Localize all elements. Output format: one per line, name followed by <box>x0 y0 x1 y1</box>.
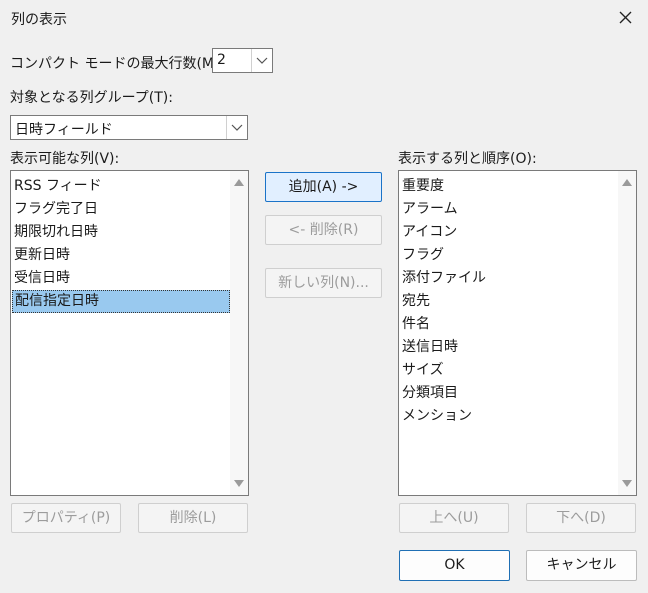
available-scrollbar[interactable] <box>230 171 248 495</box>
move-down-button[interactable]: 下へ(D) <box>526 503 636 533</box>
scroll-up-icon[interactable] <box>622 179 632 186</box>
chevron-down-icon <box>256 57 268 64</box>
available-columns-items: RSS フィード フラグ完了日 期限切れ日時 更新日時 受信日時 配信指定日時 <box>12 175 230 313</box>
compact-rows-dropdown[interactable] <box>251 49 272 72</box>
column-group-dropdown[interactable] <box>226 116 247 139</box>
scroll-down-icon[interactable] <box>234 480 244 487</box>
shown-columns-items: 重要度 アラーム アイコン フラグ 添付ファイル 宛先 件名 送信日時 サイズ 分類項目 メンション <box>400 175 618 428</box>
compact-rows-select[interactable]: 2 <box>212 48 273 73</box>
available-columns-list[interactable]: RSS フィード フラグ完了日 期限切れ日時 更新日時 受信日時 配信指定日時 <box>10 170 249 496</box>
list-item[interactable]: フラグ <box>400 244 618 267</box>
ok-button[interactable]: OK <box>399 550 510 581</box>
list-item[interactable]: メンション <box>400 405 618 428</box>
list-item[interactable]: 宛先 <box>400 290 618 313</box>
dialog-title: 列の表示 <box>11 12 67 28</box>
move-up-button[interactable]: 上へ(U) <box>399 503 509 533</box>
cancel-button[interactable]: キャンセル <box>526 550 637 581</box>
list-item[interactable]: 配信指定日時 <box>12 290 230 313</box>
column-group-value: 日時フィールド <box>15 122 113 138</box>
scroll-down-icon[interactable] <box>622 480 632 487</box>
list-item[interactable]: 受信日時 <box>12 267 230 290</box>
compact-rows-label: コンパクト モードの最大行数(M): <box>10 56 225 72</box>
list-item[interactable]: 件名 <box>400 313 618 336</box>
list-item[interactable]: アラーム <box>400 198 618 221</box>
new-column-button[interactable]: 新しい列(N)... <box>265 268 382 298</box>
compact-rows-value: 2 <box>217 52 226 68</box>
list-item[interactable]: 期限切れ日時 <box>12 221 230 244</box>
column-group-select[interactable]: 日時フィールド <box>10 115 248 140</box>
list-item[interactable]: 送信日時 <box>400 336 618 359</box>
shown-columns-list[interactable]: 重要度 アラーム アイコン フラグ 添付ファイル 宛先 件名 送信日時 サイズ 分類項目 メンション <box>398 170 637 496</box>
delete-button[interactable]: 削除(L) <box>138 503 248 533</box>
scroll-up-icon[interactable] <box>234 179 244 186</box>
remove-button[interactable]: <- 削除(R) <box>265 215 382 245</box>
available-columns-label: 表示可能な列(V): <box>10 151 120 167</box>
list-item[interactable]: アイコン <box>400 221 618 244</box>
list-item[interactable]: サイズ <box>400 359 618 382</box>
list-item[interactable]: 添付ファイル <box>400 267 618 290</box>
shown-columns-label: 表示する列と順序(O): <box>398 151 537 167</box>
chevron-down-icon <box>231 124 243 131</box>
list-item[interactable]: 更新日時 <box>12 244 230 267</box>
list-item[interactable]: 分類項目 <box>400 382 618 405</box>
add-button[interactable]: 追加(A) -> <box>265 172 382 202</box>
list-item[interactable]: フラグ完了日 <box>12 198 230 221</box>
list-item[interactable]: 重要度 <box>400 175 618 198</box>
shown-scrollbar[interactable] <box>618 171 636 495</box>
close-button[interactable] <box>615 6 637 28</box>
column-group-label: 対象となる列グループ(T): <box>10 90 173 106</box>
close-icon <box>619 11 632 24</box>
list-item[interactable]: RSS フィード <box>12 175 230 198</box>
properties-button[interactable]: プロパティ(P) <box>11 503 121 533</box>
